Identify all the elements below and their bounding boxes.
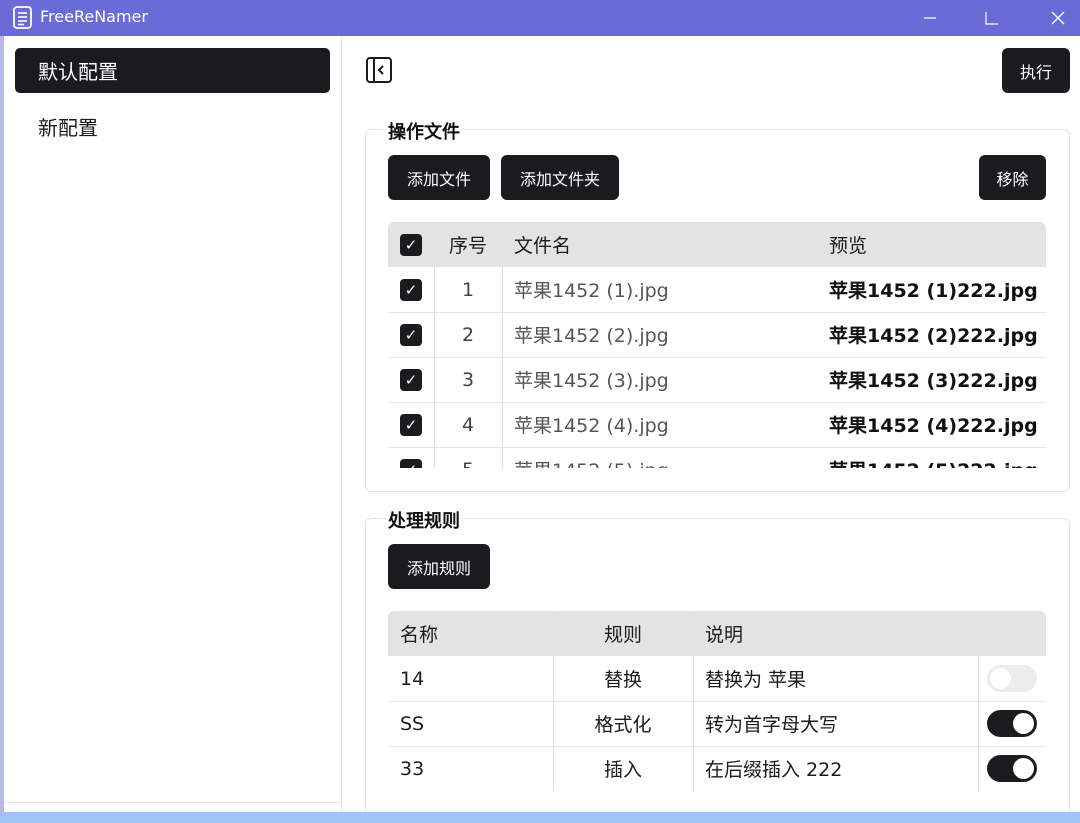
sidebar-footer-divider (4, 802, 342, 803)
rule-description: 转为首字母大写 (705, 714, 839, 736)
file-name: 苹果1452 (5).jpg (514, 447, 814, 468)
rule-enable-toggle[interactable] (987, 710, 1037, 737)
window-title: FreeReNamer (40, 7, 148, 26)
file-index: 1 (461, 278, 475, 301)
file-index: 3 (461, 368, 475, 391)
rule-type: 替换 (603, 669, 642, 691)
close-button[interactable] (1026, 0, 1080, 36)
rule-description: 替换为 苹果 (705, 669, 807, 691)
check-icon: ✓ (404, 416, 418, 434)
sidebar-item-label: 新配置 (38, 116, 98, 140)
add-files-button[interactable]: 添加文件 (388, 155, 490, 200)
rules-table: 名称 规则 说明 14 替换 替换为 苹果 SS 格式化 转为首字母大写 33 … (388, 611, 1046, 811)
taskbar-strip (0, 812, 1080, 823)
add-folder-button[interactable]: 添加文件夹 (501, 155, 619, 200)
sidebar-item-label: 默认配置 (38, 60, 118, 84)
rule-name: 14 (400, 667, 425, 690)
title-bar: FreeReNamer (0, 0, 1080, 36)
column-header-rule[interactable]: 规则 (553, 611, 693, 656)
rule-enable-toggle[interactable] (987, 665, 1037, 692)
toggle-knob (990, 668, 1011, 689)
rule-name: SS (400, 712, 425, 735)
column-divider (502, 222, 503, 468)
file-preview: 苹果1452 (4)222.jpg (829, 415, 1038, 437)
sidebar-collapse-icon[interactable] (365, 56, 393, 84)
row-checkbox[interactable]: ✓ (400, 414, 422, 436)
maximize-icon (985, 12, 998, 25)
check-icon: ✓ (405, 461, 418, 468)
check-icon: ✓ (404, 281, 418, 299)
rule-name: 33 (400, 757, 425, 780)
document-icon (13, 6, 32, 29)
maximize-button[interactable] (960, 0, 1024, 36)
row-checkbox[interactable]: ✓ (400, 279, 422, 301)
row-checkbox[interactable]: ✓ (400, 324, 422, 346)
close-icon (1051, 11, 1065, 25)
file-name: 苹果1452 (1).jpg (514, 280, 669, 302)
column-divider (978, 656, 979, 791)
file-index: 2 (461, 323, 475, 346)
toggle-knob (1013, 758, 1034, 779)
config-sidebar: 默认配置 新配置 (4, 36, 342, 823)
add-rule-button[interactable]: 添加规则 (388, 544, 490, 589)
row-checkbox[interactable]: ✓ (400, 369, 422, 391)
files-section-title: 操作文件 (386, 118, 462, 144)
column-header-filename[interactable]: 文件名 (514, 222, 814, 267)
rule-type: 格式化 (594, 714, 652, 736)
file-preview: 苹果1452 (1)222.jpg (829, 280, 1038, 302)
file-index: 4 (461, 413, 475, 436)
rules-section-title: 处理规则 (386, 507, 462, 533)
file-name: 苹果1452 (3).jpg (514, 370, 669, 392)
file-name: 苹果1452 (4).jpg (514, 415, 669, 437)
check-icon: ✓ (404, 326, 418, 344)
sidebar-item-default-config[interactable]: 默认配置 (15, 48, 330, 93)
column-header-index[interactable]: 序号 (434, 222, 502, 267)
rule-type: 插入 (603, 759, 642, 781)
rule-enable-toggle[interactable] (987, 755, 1037, 782)
check-icon: ✓ (404, 236, 418, 254)
minimize-icon (924, 17, 936, 19)
file-index: 5 (434, 447, 502, 469)
rule-description: 在后缀插入 222 (705, 759, 843, 781)
files-table: ✓ 序号 文件名 预览 ✓ 1 苹果1452 (1).jpg 苹果1452 (1… (388, 222, 1046, 468)
column-header-preview[interactable]: 预览 (829, 222, 1039, 267)
check-icon: ✓ (404, 371, 418, 389)
file-preview: 苹果1452 (3)222.jpg (829, 370, 1038, 392)
minimize-button[interactable] (898, 0, 962, 36)
remove-button[interactable]: 移除 (979, 155, 1046, 200)
select-all-checkbox[interactable]: ✓ (400, 234, 422, 256)
file-name: 苹果1452 (2).jpg (514, 325, 669, 347)
column-header-name[interactable]: 名称 (400, 611, 550, 656)
execute-button[interactable]: 执行 (1002, 48, 1070, 93)
column-header-description[interactable]: 说明 (705, 611, 955, 656)
sidebar-item-new-config[interactable]: 新配置 (15, 104, 330, 149)
toggle-knob (1013, 713, 1034, 734)
file-preview: 苹果1452 (2)222.jpg (829, 325, 1038, 347)
file-preview: 苹果1452 (5)222.jpg (829, 447, 1044, 468)
row-checkbox[interactable]: ✓ (400, 459, 422, 468)
